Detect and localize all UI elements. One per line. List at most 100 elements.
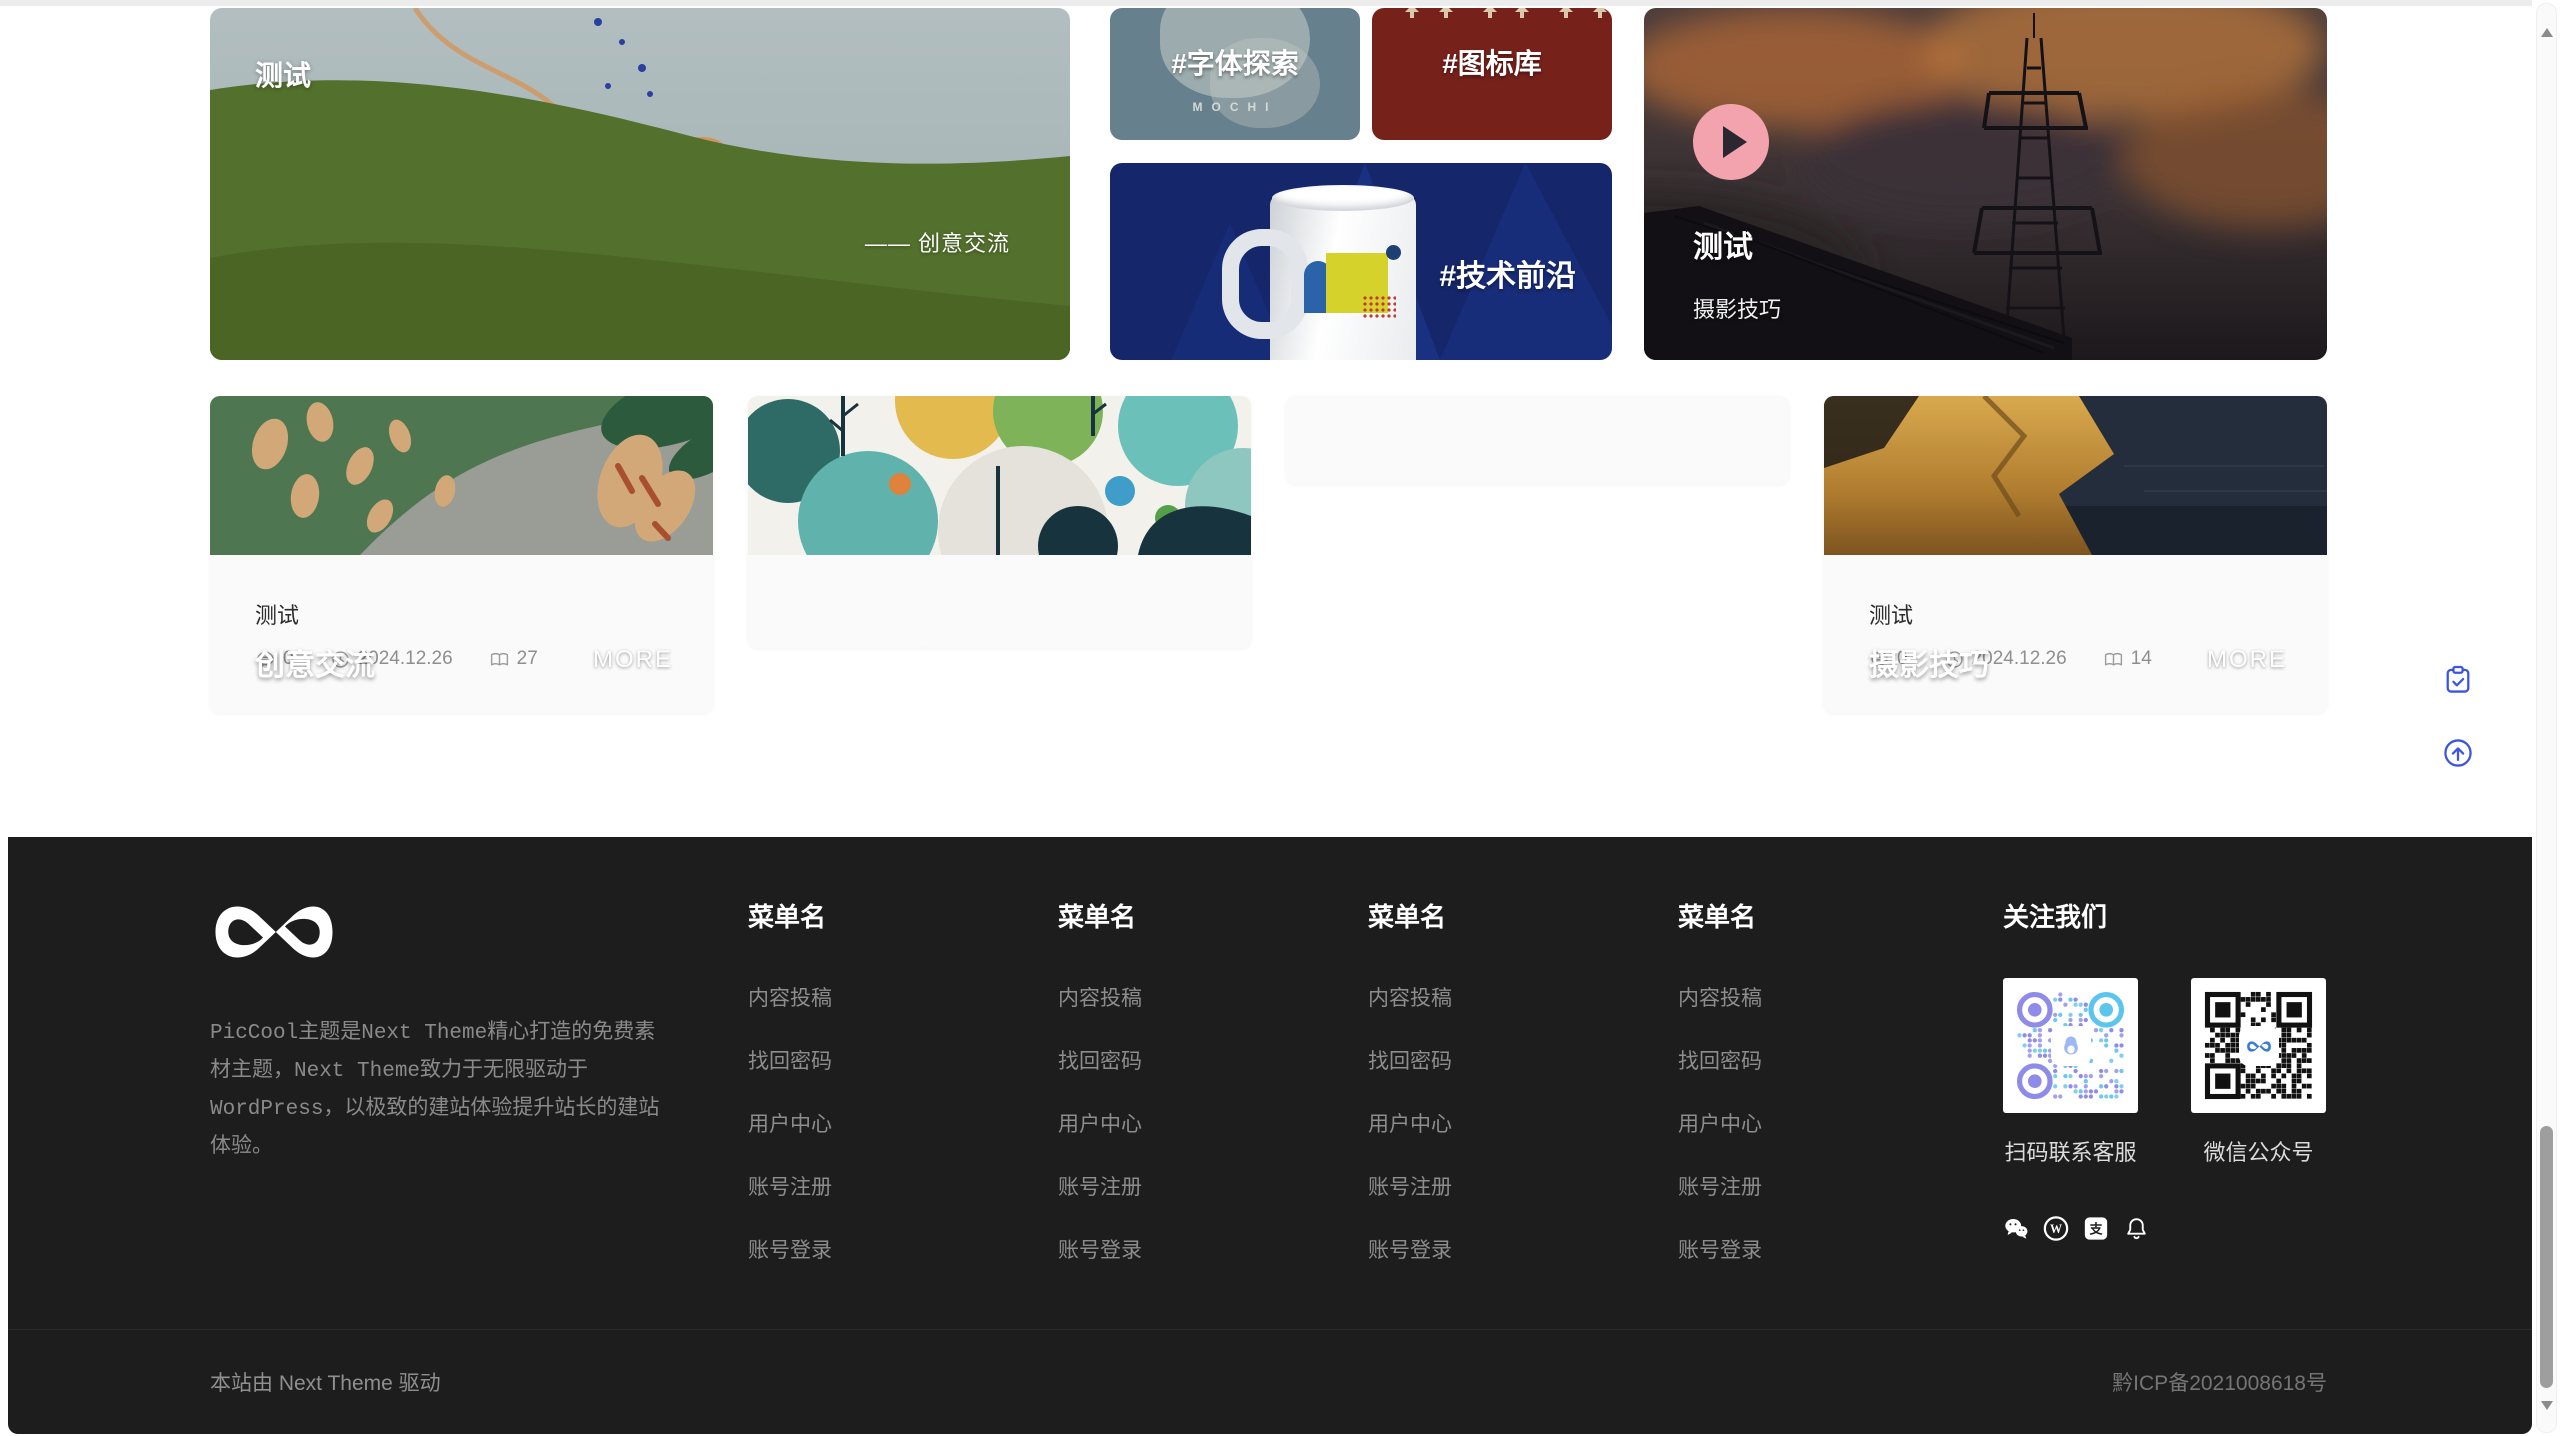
window-top-edge [0,0,2532,6]
svg-text:W: W [2050,1222,2062,1236]
menu-link-login[interactable]: 账号登录 [1678,1234,1988,1264]
category-card-typography: SO FRESH SO CLEAN ✦ ✦ 字体与排版 MORE [1286,396,1789,484]
brand-infinity-icon [2241,1028,2277,1064]
category-post-list: 测试 0 2024.12.26 14 [1824,560,2327,713]
menu-link-password[interactable]: 找回密码 [748,1045,1058,1075]
menu-link-submit[interactable]: 内容投稿 [1058,982,1368,1012]
view-count: 27 [489,648,538,670]
tag-card-iconlib-label: #图标库 [1372,42,1612,82]
qq-penguin-icon [2053,1028,2089,1064]
menu-link-usercenter[interactable]: 用户中心 [748,1108,1058,1138]
featured-card-illustration [210,8,1070,360]
menu-link-password[interactable]: 找回密码 [1368,1045,1678,1075]
footer-menu-title: 菜单名 [1678,897,1988,934]
footer-bottom-bar: 本站由 Next Theme 驱动 黔ICP备2021008618号 [8,1329,2532,1434]
tag-card-font-label: #字体探索 [1110,42,1360,82]
alipay-icon[interactable]: 支 [2083,1215,2109,1241]
photography-header-photo [1824,542,2327,555]
notification-bell-icon[interactable] [2123,1215,2149,1241]
menu-link-login[interactable]: 账号登录 [1058,1234,1368,1264]
powered-by-text: 本站由 Next Theme 驱动 [210,1367,441,1397]
menu-link-login[interactable]: 账号登录 [748,1234,1058,1264]
menu-link-password[interactable]: 找回密码 [1678,1045,1988,1075]
play-button[interactable] [1693,104,1769,180]
featured-card-title: 测试 [255,54,311,94]
site-description: PicCool主题是Next Theme精心打造的免费素材主题，Next The… [210,1015,660,1167]
menu-link-register[interactable]: 账号注册 [1678,1171,1988,1201]
featured-video-card[interactable]: 测试 摄影技巧 [1644,8,2327,360]
footer-menu-1: 菜单名 内容投稿 找回密码 用户中心 账号注册 账号登录 [748,897,1058,1329]
footer-menu-2: 菜单名 内容投稿 找回密码 用户中心 账号注册 账号登录 [1058,897,1368,1329]
category-post-list: 测试 0 2024.12.26 27 [210,560,713,713]
site-footer: PicCool主题是Next Theme精心打造的免费素材主题，Next The… [8,837,2532,1434]
menu-link-submit[interactable]: 内容投稿 [1368,982,1678,1012]
menu-link-password[interactable]: 找回密码 [1058,1045,1368,1075]
qrcode-label: 微信公众号 [2191,1135,2326,1167]
menu-link-register[interactable]: 账号注册 [1058,1171,1368,1201]
category-post-list-empty [1286,396,1789,484]
category-post-list-empty [748,560,1251,648]
category-card-creative: 创意交流 MORE 测试 0 2024.12.26 27 [210,396,713,713]
tag-card-tech-label: #技术前沿 [1439,251,1576,295]
video-card-title: 测试 [1693,222,1753,266]
scroll-down-arrow[interactable] [2541,1401,2553,1416]
qrcode-label: 扫码联系客服 [2003,1135,2138,1167]
mug-decoration [1386,245,1401,260]
tag-card-iconlib[interactable]: #图标库 [1372,8,1612,140]
social-icons-row: W 支 [2003,1215,2327,1241]
category-section: 创意交流 MORE 测试 0 2024.12.26 27 [210,396,2327,713]
qq-qrcode-image [2003,978,2138,1113]
footer-menu-title: 菜单名 [1058,897,1368,934]
scroll-up-arrow[interactable] [2541,22,2553,37]
wechat-qrcode-image [2191,978,2326,1113]
footer-menu-4: 菜单名 内容投稿 找回密码 用户中心 账号注册 账号登录 [1678,897,1988,1329]
scrollbar-thumb[interactable] [2540,1126,2553,1388]
footer-menu-title: 菜单名 [1368,897,1678,934]
menu-link-submit[interactable]: 内容投稿 [748,982,1058,1012]
wechat-icon[interactable] [2003,1215,2029,1241]
footer-menu-title: 菜单名 [748,897,1058,934]
browser-scrollbar [2533,0,2560,1436]
menu-link-submit[interactable]: 内容投稿 [1678,982,1988,1012]
post-link[interactable]: 测试 [1869,603,1913,628]
featured-card-category[interactable]: —— 创意交流 [865,226,1010,258]
scrollbar-track[interactable] [2536,3,2557,1433]
icon-art-pin [1410,8,1414,18]
video-card-category[interactable]: 摄影技巧 [1693,292,1781,324]
footer-brand: PicCool主题是Next Theme精心打造的免费素材主题，Next The… [210,897,748,1329]
menu-link-register[interactable]: 账号注册 [1368,1171,1678,1201]
book-icon [489,649,510,670]
tag-card-tech[interactable]: #技术前沿 [1110,163,1612,360]
checkin-clipboard-button[interactable] [2442,663,2474,695]
mug-decoration [1362,295,1396,319]
icon-art-pin [1564,8,1568,18]
qrcode-customer-service: 扫码联系客服 [2003,978,2138,1167]
menu-link-usercenter[interactable]: 用户中心 [1058,1108,1368,1138]
footer-menu-3: 菜单名 内容投稿 找回密码 用户中心 账号注册 账号登录 [1368,897,1678,1329]
menu-link-usercenter[interactable]: 用户中心 [1368,1108,1678,1138]
creative-header-illustration [210,542,713,555]
category-card-creative-header[interactable]: 创意交流 MORE [210,542,713,559]
menu-link-usercenter[interactable]: 用户中心 [1678,1108,1988,1138]
floating-action-buttons [2442,663,2474,769]
back-to-top-button[interactable] [2442,737,2474,769]
uiux-header-illustration [748,542,1251,555]
menu-link-login[interactable]: 账号登录 [1368,1234,1678,1264]
icp-license-link[interactable]: 黔ICP备2021008618号 [2112,1367,2327,1397]
mochi-art-text: MOCHI [1110,100,1360,114]
category-card-photography-header[interactable]: 摄影技巧 MORE [1824,542,2327,559]
menu-link-register[interactable]: 账号注册 [748,1171,1058,1201]
view-count: 14 [2103,648,2152,670]
wordpress-icon[interactable]: W [2043,1215,2069,1241]
post-link[interactable]: 测试 [255,603,299,628]
featured-section: 测试 —— 创意交流 #字体探索 MOCHI #图标库 [210,8,2327,360]
follow-us-title: 关注我们 [2003,897,2327,934]
tech-art-mug [1270,195,1416,360]
featured-post-card[interactable]: 测试 —— 创意交流 [210,8,1070,360]
category-card-photography: 摄影技巧 MORE 测试 0 2024.12.26 14 [1824,396,2327,713]
tag-card-font[interactable]: #字体探索 MOCHI [1110,8,1360,140]
site-logo-icon[interactable] [210,897,748,967]
qrcode-wechat-official: 微信公众号 [2191,978,2326,1167]
category-card-uiux-header[interactable]: UI/UX设计 MORE [748,542,1251,559]
icon-art-pin [1488,8,1492,18]
